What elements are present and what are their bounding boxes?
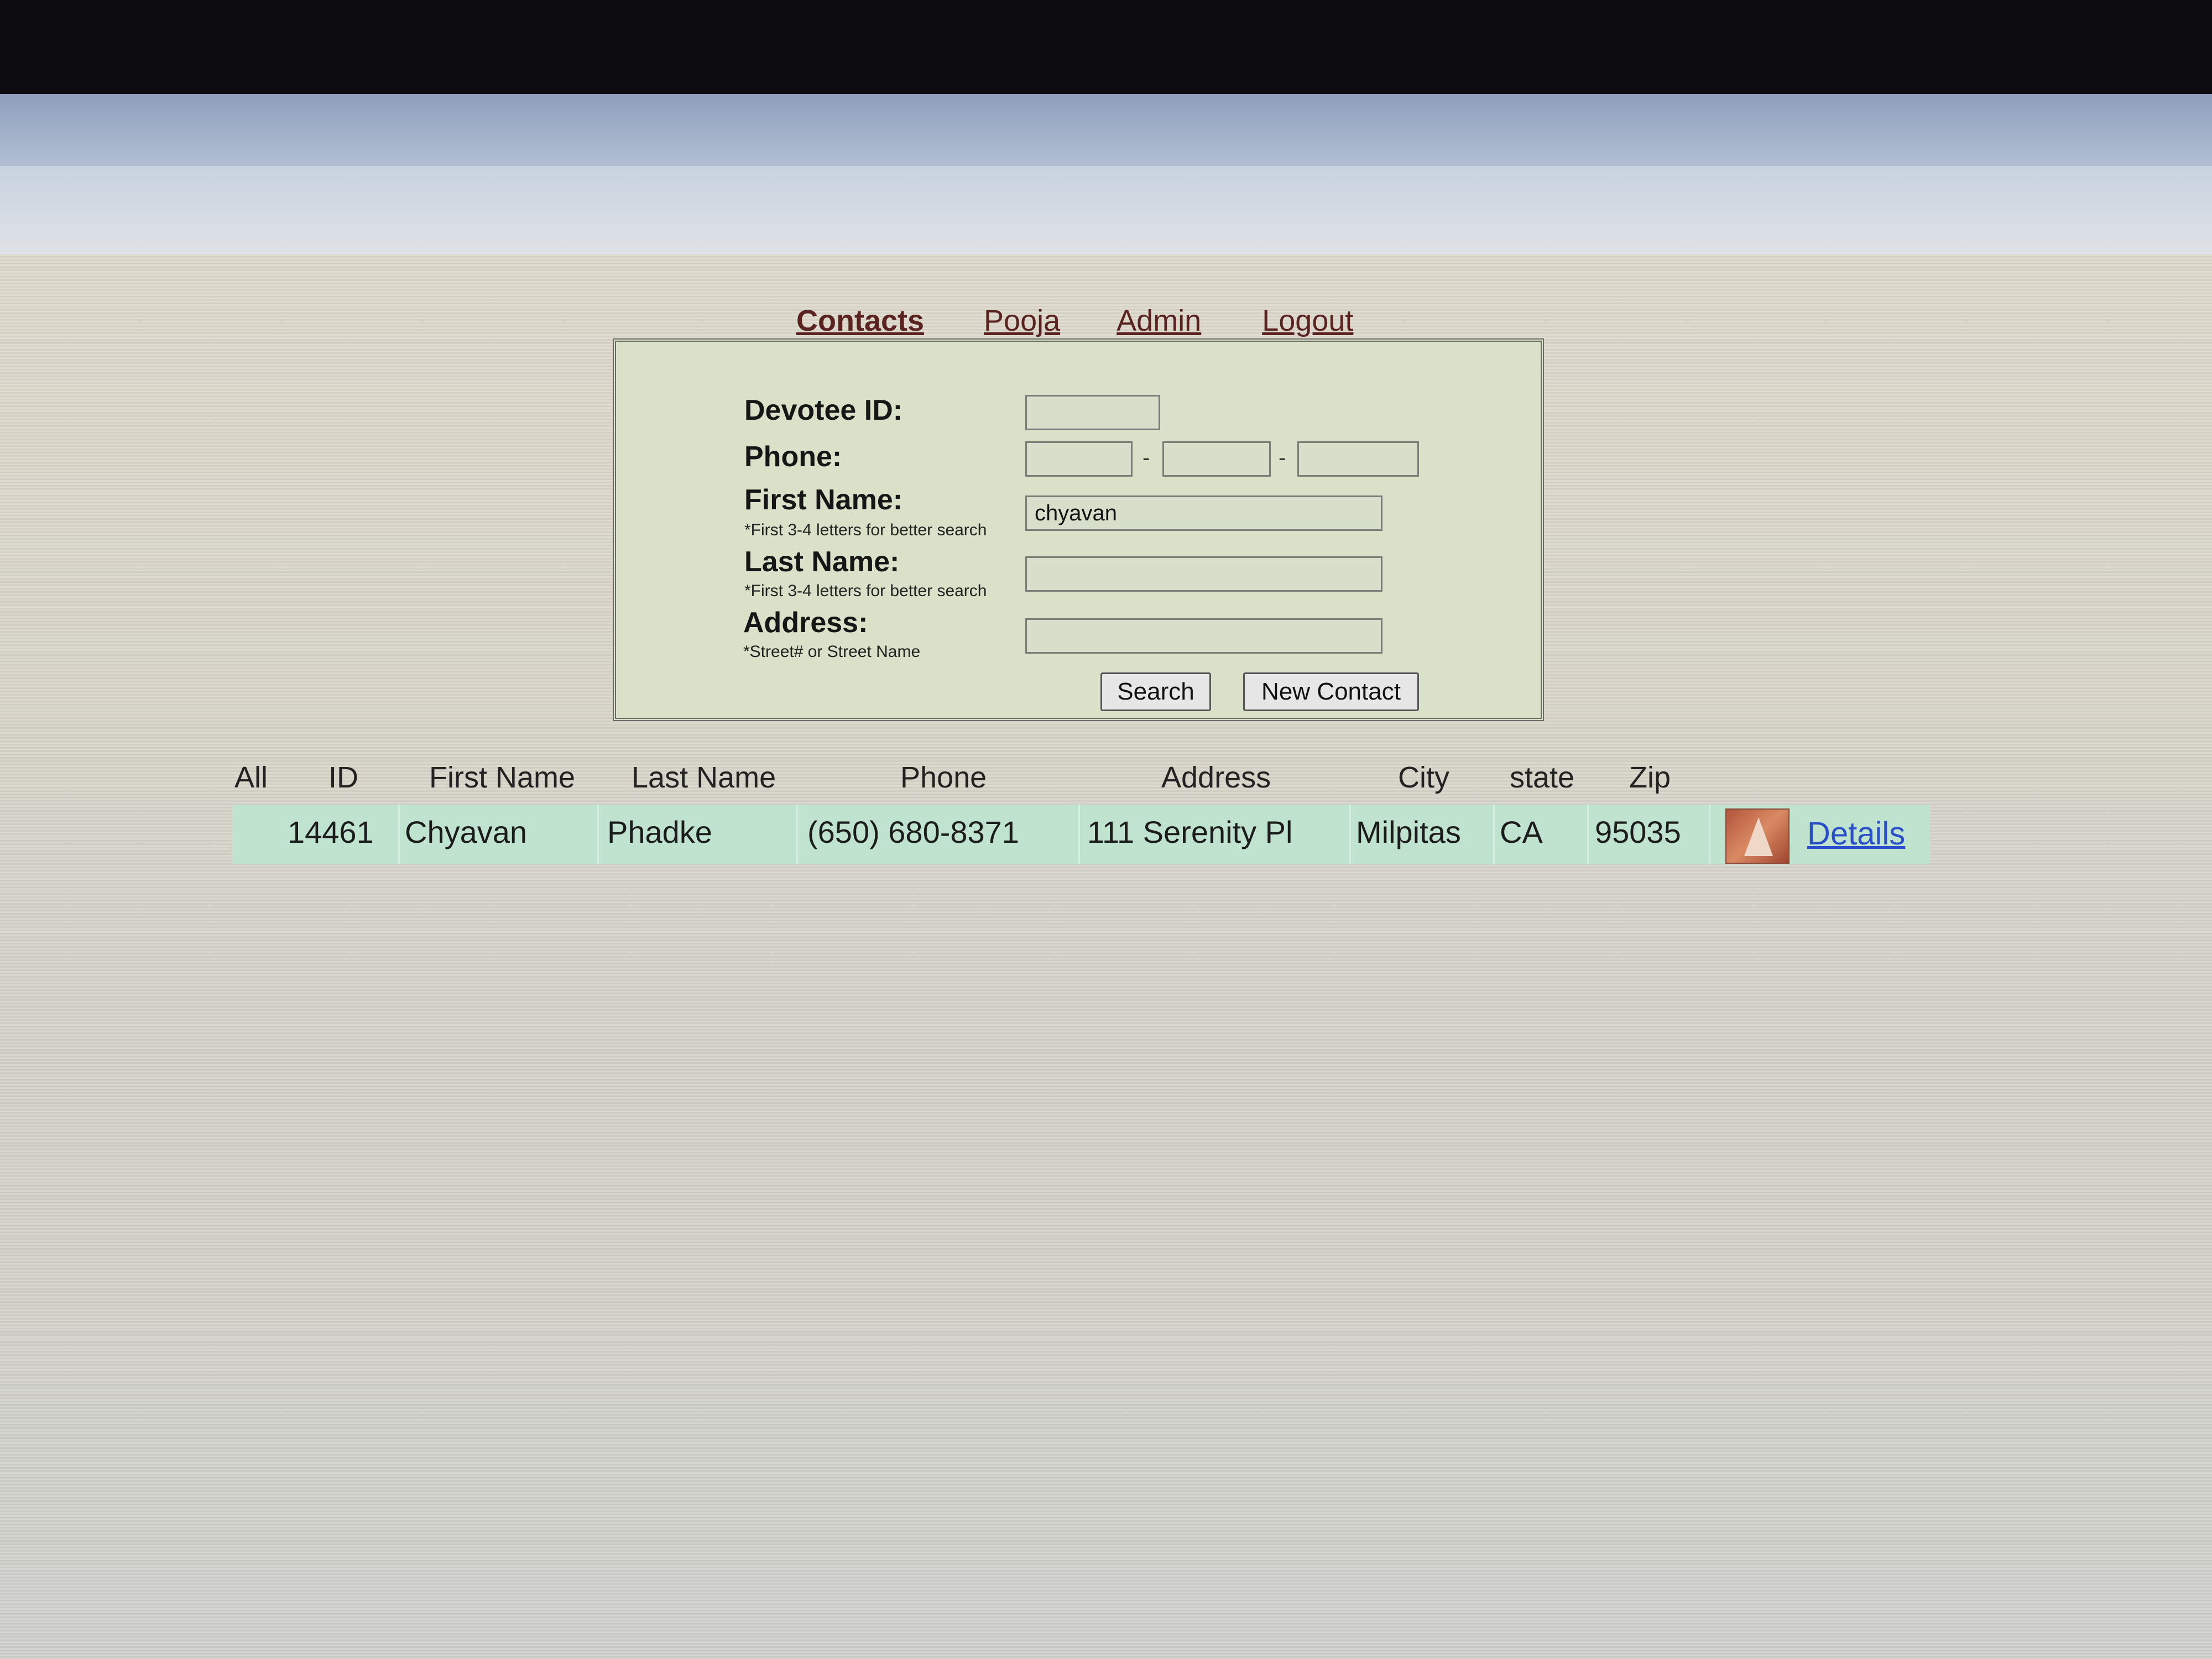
screen-bezel	[0, 0, 2212, 94]
cell-zip: 95035	[1595, 815, 1681, 849]
nav-pooja-link[interactable]: Pooja	[984, 304, 1060, 338]
cell-state: CA	[1500, 815, 1543, 849]
phone-label: Phone:	[744, 441, 842, 473]
cell-separator	[1349, 805, 1351, 864]
nav-contacts-link[interactable]: Contacts	[796, 304, 924, 338]
browser-chrome	[0, 94, 2212, 177]
cell-first-name: Chyavan	[405, 815, 528, 849]
cell-separator	[398, 805, 400, 864]
phone-separator-2: -	[1279, 446, 1286, 470]
cell-last-name: Phadke	[607, 815, 712, 849]
cell-separator	[1709, 805, 1710, 864]
nav-admin-link[interactable]: Admin	[1117, 304, 1201, 338]
column-header-city: City	[1398, 761, 1449, 794]
address-input[interactable]	[1025, 618, 1383, 654]
cell-separator	[1493, 805, 1495, 864]
browser-toolbar-area	[0, 166, 2212, 254]
devotee-id-input[interactable]	[1025, 395, 1160, 430]
cell-city: Milpitas	[1356, 815, 1461, 849]
contact-photo-thumbnail	[1725, 808, 1790, 864]
cell-id: 14461	[288, 815, 374, 849]
last-name-input[interactable]	[1025, 556, 1383, 592]
address-hint: *Street# or Street Name	[743, 643, 921, 661]
top-nav: Contacts Pooja Admin Logout	[796, 299, 1405, 343]
column-header-last-name: Last Name	[632, 761, 776, 794]
column-header-phone: Phone	[900, 761, 987, 794]
cell-separator	[1587, 805, 1589, 864]
column-header-id: ID	[328, 761, 358, 794]
last-name-label: Last Name:	[744, 546, 900, 578]
phone-prefix-input[interactable]	[1162, 441, 1271, 477]
phone-area-code-input[interactable]	[1025, 441, 1133, 477]
nav-logout-link[interactable]: Logout	[1262, 304, 1353, 338]
cell-separator	[796, 805, 798, 864]
column-header-state: state	[1510, 761, 1575, 794]
first-name-input[interactable]	[1025, 495, 1383, 531]
last-name-hint: *First 3-4 letters for better search	[744, 582, 987, 600]
cell-phone: (650) 680-8371	[807, 815, 1019, 849]
cell-separator	[1078, 805, 1080, 864]
first-name-hint: *First 3-4 letters for better search	[744, 521, 987, 539]
cell-separator	[597, 805, 599, 864]
first-name-label: First Name:	[744, 484, 903, 516]
devotee-id-label: Devotee ID:	[744, 394, 903, 426]
deity-image-icon	[1744, 817, 1773, 856]
new-contact-button[interactable]: New Contact	[1243, 672, 1419, 711]
details-link[interactable]: Details	[1807, 815, 1905, 852]
phone-separator-1: -	[1142, 446, 1150, 470]
column-header-zip: Zip	[1629, 761, 1671, 794]
column-header-first-name: First Name	[429, 761, 576, 794]
phone-line-input[interactable]	[1297, 441, 1419, 477]
search-button[interactable]: Search	[1100, 672, 1211, 711]
column-header-address: Address	[1161, 761, 1271, 794]
address-label: Address:	[743, 607, 868, 639]
column-header-all[interactable]: All	[234, 760, 268, 795]
cell-address: 111 Serenity Pl	[1087, 815, 1293, 849]
